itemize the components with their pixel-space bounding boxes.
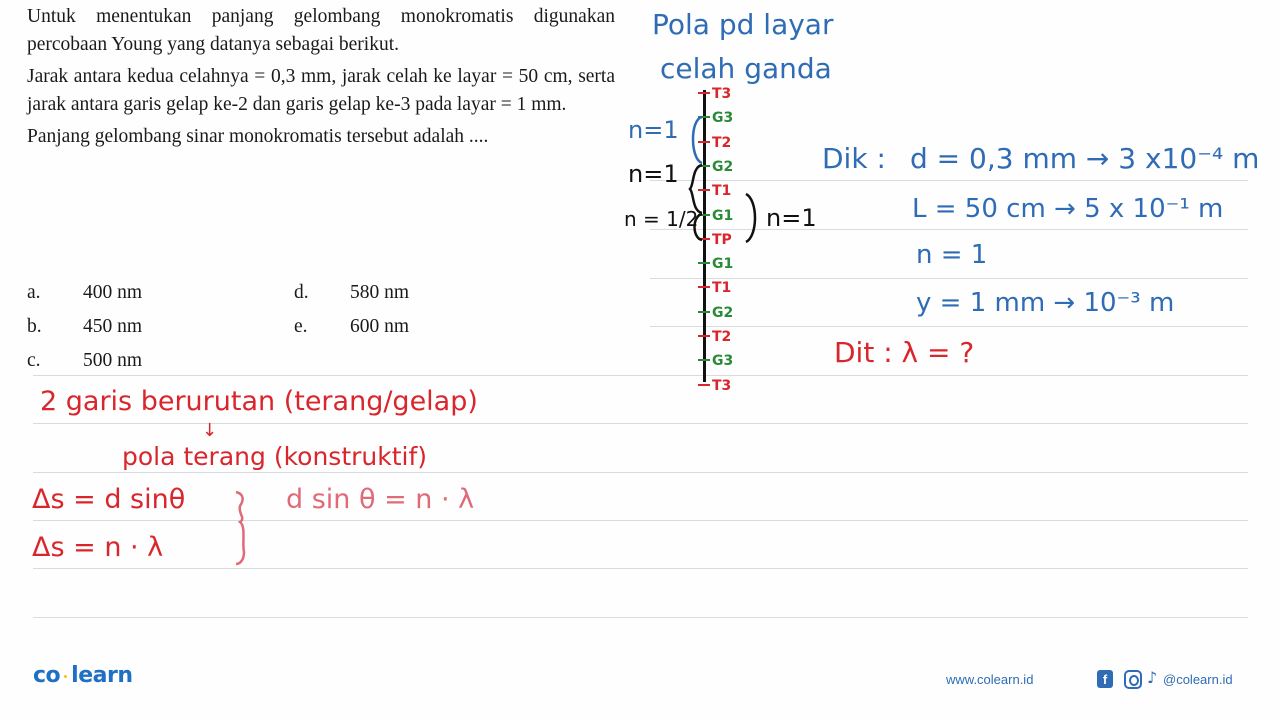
ruled-line — [33, 568, 1248, 569]
option-e[interactable]: e. 600 nm — [294, 310, 409, 344]
pattern-tick-gelap — [698, 310, 710, 313]
question-paragraph-2: Jarak antara kedua celahnya = 0,3 mm, ja… — [27, 66, 615, 115]
pattern-label: T2 — [712, 329, 732, 345]
pattern-label: G1 — [712, 256, 734, 273]
bracket-label-g1-tp: n = 1/2 — [624, 207, 699, 231]
pattern-label: G1 — [712, 207, 734, 224]
pattern-tick-gelap — [698, 262, 710, 265]
bracket-label-g2-g1: n=1 — [628, 160, 679, 188]
pattern-label: T3 — [712, 377, 732, 394]
bracket-label-g3-g2: n=1 — [628, 116, 679, 144]
pattern-label: T3 — [712, 86, 732, 102]
question-paragraph-3: Panjang gelombang sinar monokromatis ter… — [27, 126, 489, 147]
ruled-line — [650, 326, 1248, 327]
bracket-g3-g2 — [691, 115, 703, 165]
ruled-line — [650, 278, 1248, 279]
pattern-label: TP — [712, 231, 732, 248]
diagram-title-line-2: celah ganda — [660, 52, 832, 85]
asked-lambda: Dit : λ = ? — [834, 336, 975, 369]
colearn-logo[interactable]: co learn — [33, 663, 133, 688]
known-y: y = 1 mm → 10⁻³ m — [916, 288, 1175, 318]
equation-path-difference-2: Δs = n · λ — [32, 532, 164, 563]
pattern-label: T1 — [712, 280, 732, 297]
known-label: Dik : — [822, 142, 886, 175]
combine-brace — [235, 490, 246, 566]
ruled-line — [33, 520, 1248, 521]
tiktok-icon[interactable]: ♪ — [1147, 668, 1157, 687]
pattern-label: G3 — [712, 353, 734, 370]
pattern-tick-gelap — [698, 359, 710, 362]
known-n: n = 1 — [916, 240, 988, 270]
ruled-line — [33, 375, 1248, 376]
pattern-label: T1 — [712, 183, 732, 200]
question-paragraph-1: Untuk menentukan panjang gelombang monok… — [27, 6, 615, 55]
pattern-tick-terang — [698, 92, 710, 94]
pattern-label: G3 — [712, 110, 734, 127]
pattern-tick-terang — [698, 335, 710, 337]
equation-combined: d sin θ = n · λ — [286, 484, 475, 515]
facebook-icon[interactable]: f — [1097, 670, 1113, 688]
pattern-label: T2 — [712, 134, 732, 151]
pattern-label: G2 — [712, 304, 734, 321]
pattern-tick-terang — [698, 383, 710, 386]
pattern-label: G2 — [712, 158, 734, 175]
note-bright-pattern: pola terang (konstruktif) — [122, 442, 428, 471]
option-c[interactable]: c. 500 nm — [27, 344, 142, 378]
question-text: Untuk menentukan panjang gelombang monok… — [27, 3, 615, 151]
social-handle[interactable]: @colearn.id — [1163, 672, 1233, 687]
option-a[interactable]: a. 400 nm — [27, 276, 142, 310]
ruled-line — [33, 617, 1248, 618]
note-consecutive-lines: 2 garis berurutan (terang/gelap) — [40, 386, 478, 417]
known-d: d = 0,3 mm → 3 x10⁻⁴ m — [910, 142, 1260, 175]
known-L: L = 50 cm → 5 x 10⁻¹ m — [912, 194, 1224, 224]
instagram-icon[interactable] — [1124, 670, 1142, 689]
ruled-line — [650, 229, 1248, 230]
website-link[interactable]: www.colearn.id — [946, 672, 1033, 687]
ruled-line — [33, 472, 1248, 473]
pattern-tick-terang — [698, 286, 710, 289]
option-b[interactable]: b. 450 nm — [27, 310, 142, 344]
ruled-line — [650, 180, 1248, 181]
diagram-title-line-1: Pola pd layar — [652, 8, 834, 41]
arrow-down-icon: ↓ — [202, 420, 218, 441]
equation-path-difference-1: Δs = d sinθ — [32, 484, 186, 515]
logo-dot — [64, 674, 68, 678]
option-d[interactable]: d. 580 nm — [294, 276, 409, 310]
bracket-label-t1-tp: n=1 — [766, 204, 817, 232]
bracket-t1-tp — [745, 192, 757, 244]
